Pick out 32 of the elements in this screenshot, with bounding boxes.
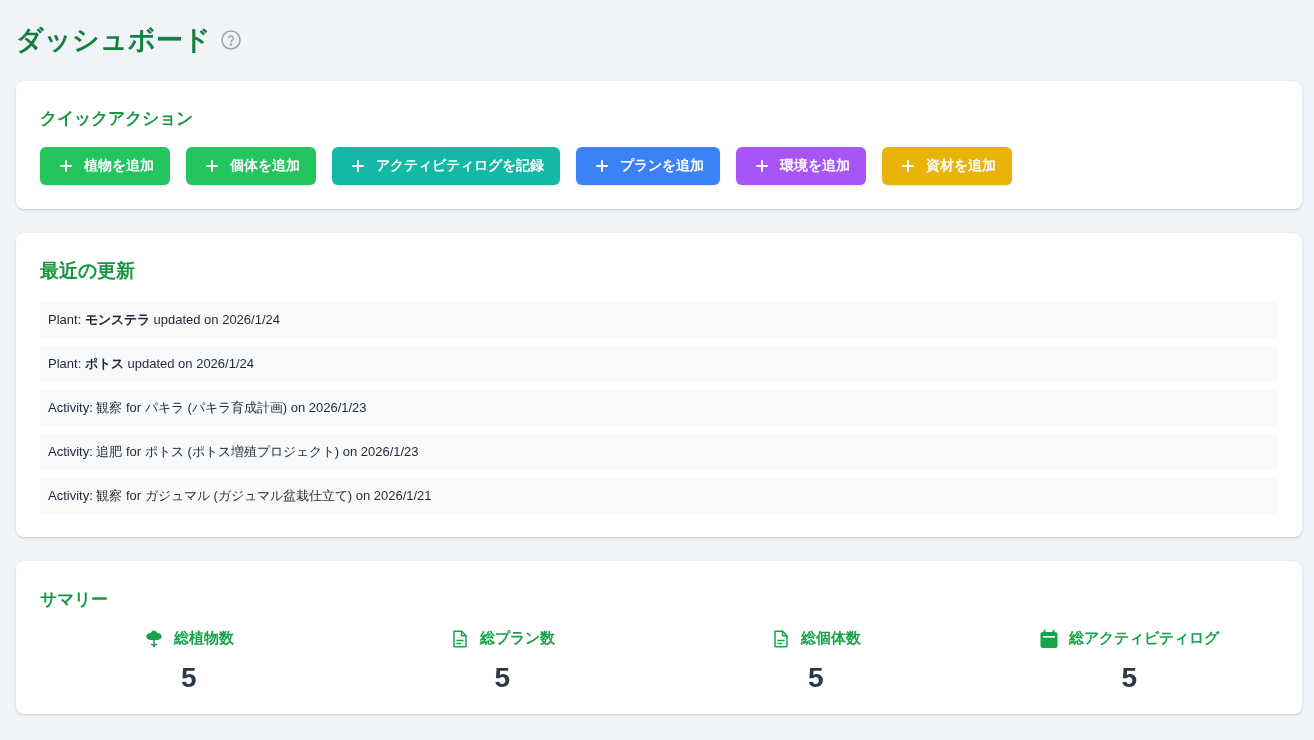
plant-icon <box>143 628 164 649</box>
add-button[interactable]: 資材を追加 <box>882 147 1012 186</box>
stat-label: 総アクティビティログ <box>1069 629 1220 649</box>
add-button[interactable]: 個体を追加 <box>186 147 316 186</box>
update-entry: Activity: 追肥 for ポトス (ポトス増殖プロジェクト) on 2026/1/23 <box>40 433 1278 470</box>
stat-label: 総プラン数 <box>479 629 555 649</box>
section-heading: サマリー <box>40 588 109 611</box>
plus-icon <box>206 160 218 173</box>
stat-value: 5 <box>180 660 197 695</box>
update-entry: Activity: 観察 for パキラ (パキラ育成計画) on 2026/1/23 <box>40 389 1278 426</box>
add-button[interactable]: アクティビティログを記録 <box>332 147 560 186</box>
page-title: ダッシュボード <box>16 23 211 57</box>
calendar-icon <box>1039 628 1060 649</box>
update-entry: Plant: モンステラ updated on 2026/1/24 <box>40 301 1278 338</box>
add-button[interactable]: 植物を追加 <box>40 147 170 186</box>
help-icon[interactable] <box>221 30 241 50</box>
update-entry: Plant: ポトス updated on 2026/1/24 <box>40 345 1278 382</box>
section-heading: 最近の更新 <box>40 259 136 284</box>
plus-icon <box>596 160 608 173</box>
plus-icon <box>352 160 364 173</box>
plus-icon <box>60 160 72 173</box>
add-button[interactable]: 環境を追加 <box>736 147 866 186</box>
stat-value: 5 <box>1121 660 1138 695</box>
add-button[interactable]: プランを追加 <box>576 147 720 186</box>
stat-value: 5 <box>494 660 511 695</box>
section-heading: クイックアクション <box>40 108 194 130</box>
update-entry: Activity: 観察 for ガジュマル (ガジュマル盆栽仕立て) on 2026/1/21 <box>40 477 1278 514</box>
stat-label: 総個体数 <box>800 629 861 649</box>
stat-value: 5 <box>807 660 824 695</box>
plus-icon <box>756 160 768 173</box>
stat-label: 総植物数 <box>173 629 234 649</box>
plus-icon <box>902 160 914 173</box>
